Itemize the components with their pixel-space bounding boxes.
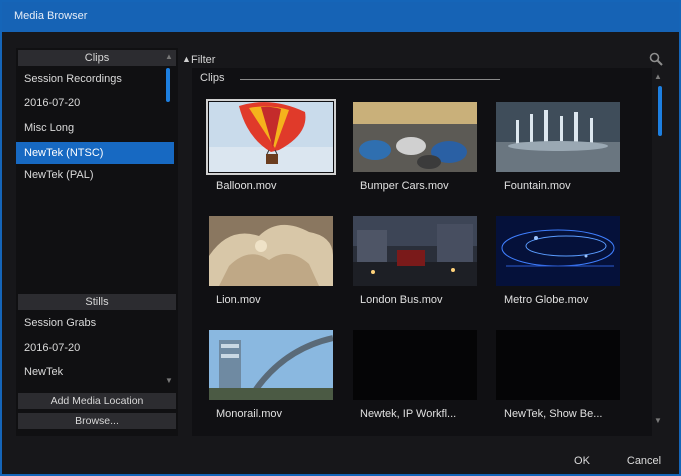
location-misc-long[interactable]: Misc Long xyxy=(16,117,174,139)
location-newtek-pal[interactable]: NewTek (PAL) xyxy=(16,164,174,186)
metro-globe-thumbnail xyxy=(496,216,620,286)
grid-scroll-up-icon[interactable]: ▲ xyxy=(654,72,662,81)
thumb-label-monorail: Monorail.mov xyxy=(216,408,283,420)
thumb-newtek-ip-workflow[interactable] xyxy=(353,330,477,400)
location-stills-2016-07-20[interactable]: 2016-07-20 xyxy=(16,337,174,359)
locations-panel: Clips Session Recordings 2016-07-20 Misc… xyxy=(16,48,178,436)
location-session-recordings[interactable]: Session Recordings xyxy=(16,68,174,90)
lion-thumbnail xyxy=(209,216,333,286)
thumb-balloon[interactable] xyxy=(206,99,336,175)
black-thumbnail xyxy=(496,330,620,400)
thumb-fountain[interactable] xyxy=(496,102,620,172)
balloon-thumbnail xyxy=(209,102,333,172)
thumb-label-lion: Lion.mov xyxy=(216,294,261,306)
filter-expand-icon[interactable]: ▲ xyxy=(182,54,191,64)
bumper-cars-thumbnail xyxy=(353,102,477,172)
monorail-thumbnail xyxy=(209,330,333,400)
window-title: Media Browser xyxy=(14,10,88,22)
left-scroll-down-icon[interactable]: ▼ xyxy=(165,376,173,385)
thumb-label-balloon: Balloon.mov xyxy=(216,180,277,192)
thumb-label-newtek-ip-workflow: Newtek, IP Workfl... xyxy=(360,408,457,420)
grid-scroll-down-icon[interactable]: ▼ xyxy=(654,416,662,425)
location-session-grabs[interactable]: Session Grabs xyxy=(16,312,174,334)
thumb-label-bumper-cars: Bumper Cars.mov xyxy=(360,180,449,192)
thumb-label-london-bus: London Bus.mov xyxy=(360,294,443,306)
thumb-monorail[interactable] xyxy=(209,330,333,400)
clips-group-title: Clips xyxy=(200,72,225,84)
ok-button[interactable]: OK xyxy=(564,452,600,470)
location-2016-07-20[interactable]: 2016-07-20 xyxy=(16,92,174,114)
thumb-label-newtek-show-be: NewTek, Show Be... xyxy=(504,408,603,420)
black-thumbnail xyxy=(353,330,477,400)
stills-section-header: Stills xyxy=(18,294,176,310)
search-icon[interactable] xyxy=(649,52,663,66)
title-bar: Media Browser xyxy=(2,2,679,32)
left-scroll-up-icon[interactable]: ▲ xyxy=(165,52,173,61)
clips-section-header: Clips xyxy=(18,50,176,66)
cancel-button[interactable]: Cancel xyxy=(618,452,670,470)
filter-bar: ▲ Filter xyxy=(182,52,669,68)
thumb-label-metro-globe: Metro Globe.mov xyxy=(504,294,589,306)
left-scrollbar-thumb[interactable] xyxy=(166,68,170,102)
add-media-location-button[interactable]: Add Media Location xyxy=(18,393,176,409)
media-browser-window: Media Browser Clips Session Recordings 2… xyxy=(0,0,681,476)
thumb-bumper-cars[interactable] xyxy=(353,102,477,172)
london-bus-thumbnail xyxy=(353,216,477,286)
location-newtek-ntsc[interactable]: NewTek (NTSC) xyxy=(16,142,174,164)
thumb-label-fountain: Fountain.mov xyxy=(504,180,571,192)
location-stills-newtek[interactable]: NewTek xyxy=(16,361,174,383)
thumb-newtek-show-be[interactable] xyxy=(496,330,620,400)
thumb-lion[interactable] xyxy=(209,216,333,286)
browse-button[interactable]: Browse... xyxy=(18,413,176,429)
grid-scrollbar-thumb[interactable] xyxy=(658,86,662,136)
fountain-thumbnail xyxy=(496,102,620,172)
group-divider xyxy=(240,79,500,80)
thumb-london-bus[interactable] xyxy=(353,216,477,286)
filter-label[interactable]: Filter xyxy=(191,54,215,66)
thumb-metro-globe[interactable] xyxy=(496,216,620,286)
media-grid: Clips Balloon.mov Bumper Cars.mov Founta… xyxy=(192,68,652,436)
